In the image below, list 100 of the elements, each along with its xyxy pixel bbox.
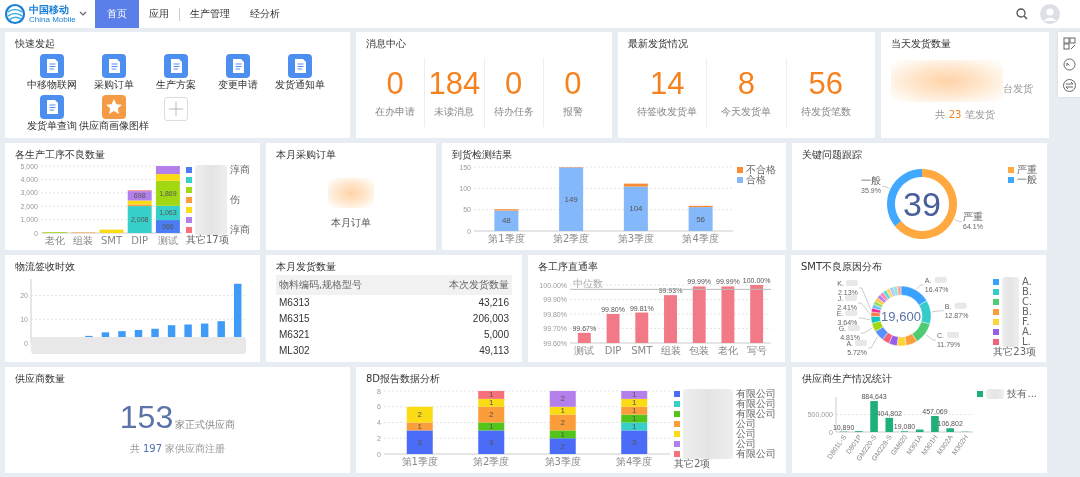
card-title: 到货检测结果 [452, 148, 513, 162]
axis-label: 老化 [717, 345, 738, 356]
blurred-text [683, 389, 733, 459]
donut-segment [875, 326, 889, 340]
quick-action-button[interactable]: 供应商画像图样 [79, 95, 149, 133]
card-title: 快速发起 [15, 37, 56, 51]
nav-tab[interactable]: 经分析 [240, 0, 290, 28]
legend-label: 公司 [736, 439, 757, 449]
data-label: 48 [501, 216, 511, 226]
table-cell-text: 206,003 [471, 312, 510, 326]
card-title: 消息中心 [366, 37, 407, 51]
logo-subtitle: China Mobile [29, 15, 76, 24]
card-title: 供应商数量 [15, 372, 66, 386]
card-title: 本月采购订单 [276, 148, 337, 162]
legend-label: 有限公司 [736, 389, 776, 399]
legend-label: 一般 [1017, 175, 1037, 185]
quick-action-button[interactable]: 发货通知单 [275, 54, 325, 92]
stat-value: 8 [737, 66, 756, 102]
swap-icon[interactable] [1060, 77, 1078, 94]
legend-more: 其它23项 [993, 347, 1036, 357]
axis-label: SMT [631, 345, 653, 356]
card-title: 最新发货情况 [628, 37, 689, 51]
axis-label: 组装 [73, 235, 94, 245]
axis-label: 老化 [45, 235, 66, 245]
legend-label: A. [1022, 327, 1033, 337]
blurred-text [845, 310, 858, 316]
center-value: 19,600 [881, 308, 921, 324]
document-icon [40, 54, 64, 78]
stat-label: 今天发货单 [721, 105, 772, 119]
bar-segment [99, 229, 124, 233]
slice-name: 一般 [860, 175, 881, 187]
refresh-icon[interactable] [1060, 56, 1078, 73]
legend-label: 伤 [230, 195, 241, 205]
table-cell-text: ML302 [278, 344, 311, 358]
bar [577, 332, 591, 343]
quick-action-button[interactable]: 采购订单 [94, 54, 134, 92]
data-label: 104 [629, 204, 643, 214]
blurred-text [848, 325, 861, 331]
legend-label: 严重 [1017, 165, 1037, 175]
bar [692, 286, 706, 343]
axis-label: SMT [100, 235, 123, 245]
nav-tab[interactable]: 应用 [139, 0, 179, 28]
quick-action-button[interactable]: 生产方案 [156, 54, 196, 92]
data-label: 2 [560, 441, 565, 451]
bar [870, 401, 878, 432]
legend-label: 有限公司 [736, 409, 776, 419]
axis-label: 测试 [157, 235, 178, 245]
bar [606, 314, 620, 343]
legend-label: 有限公司 [736, 399, 776, 409]
nav-tab[interactable]: 生产管理 [180, 0, 240, 28]
quick-action-button[interactable]: 中移物联网 [27, 54, 77, 92]
bar [721, 286, 735, 343]
logo-icon [4, 3, 26, 25]
legend-label: F. [1022, 317, 1031, 327]
data-label: 1 [632, 414, 637, 424]
stat-value: 0 [505, 66, 523, 102]
caret-icon[interactable] [78, 11, 87, 17]
legend-swatch [993, 319, 1000, 325]
column-header: 本次发货数量 [411, 275, 512, 295]
axis-label: 第3季度 [617, 233, 655, 244]
legend-label: 有限公司 [736, 449, 776, 459]
quick-action-button[interactable]: 变更申请 [218, 54, 258, 92]
axis-label: DIP [604, 345, 622, 356]
stat-label: 报警 [562, 105, 583, 119]
nav-tab[interactable]: 首页 [95, 0, 139, 28]
bar-segment [621, 414, 648, 423]
axis-label: 组装 [660, 345, 681, 356]
leader-line [925, 334, 937, 341]
card-title: SMT不良原因分布 [801, 260, 884, 274]
supplier-count: 153 [119, 399, 174, 436]
bar [664, 295, 677, 343]
table-cell-text: 5,000 [482, 328, 510, 342]
axis-label: DIP [131, 235, 149, 245]
data-label: 2 [560, 394, 565, 404]
data-label: 2 [560, 418, 565, 427]
column-header: 物料编码,规格型号 [276, 275, 412, 295]
layout-icon[interactable] [1060, 35, 1078, 52]
axis-label: 第4季度 [682, 233, 719, 244]
data-label: 1 [632, 421, 637, 431]
unit-label: 台发货 [1003, 82, 1033, 96]
document-icon [40, 95, 64, 119]
blurred-text [1002, 277, 1019, 347]
legend-swatch [993, 339, 1000, 345]
quick-action-button[interactable]: 发货单查询 [27, 95, 77, 133]
data-label: 2 [489, 410, 494, 420]
stat-value: 14 [649, 66, 685, 102]
data-label: 1 [560, 429, 565, 439]
table-cell: 43,216 [411, 295, 512, 311]
stat-label: 待办任务 [493, 105, 534, 119]
stat-value: 0 [386, 66, 404, 102]
card-title: 物流签收时效 [15, 260, 76, 274]
data-label: 2 [417, 410, 422, 420]
legend-label: 合格 [746, 175, 766, 185]
data-label: 1 [632, 398, 637, 408]
search-icon[interactable] [1016, 8, 1028, 20]
axis-label: 包装 [689, 345, 710, 356]
legend-label: 不合格 [746, 165, 776, 175]
legend-label: 淳商 [230, 225, 250, 235]
data-label: 1 [417, 421, 422, 431]
document-icon [102, 54, 126, 78]
